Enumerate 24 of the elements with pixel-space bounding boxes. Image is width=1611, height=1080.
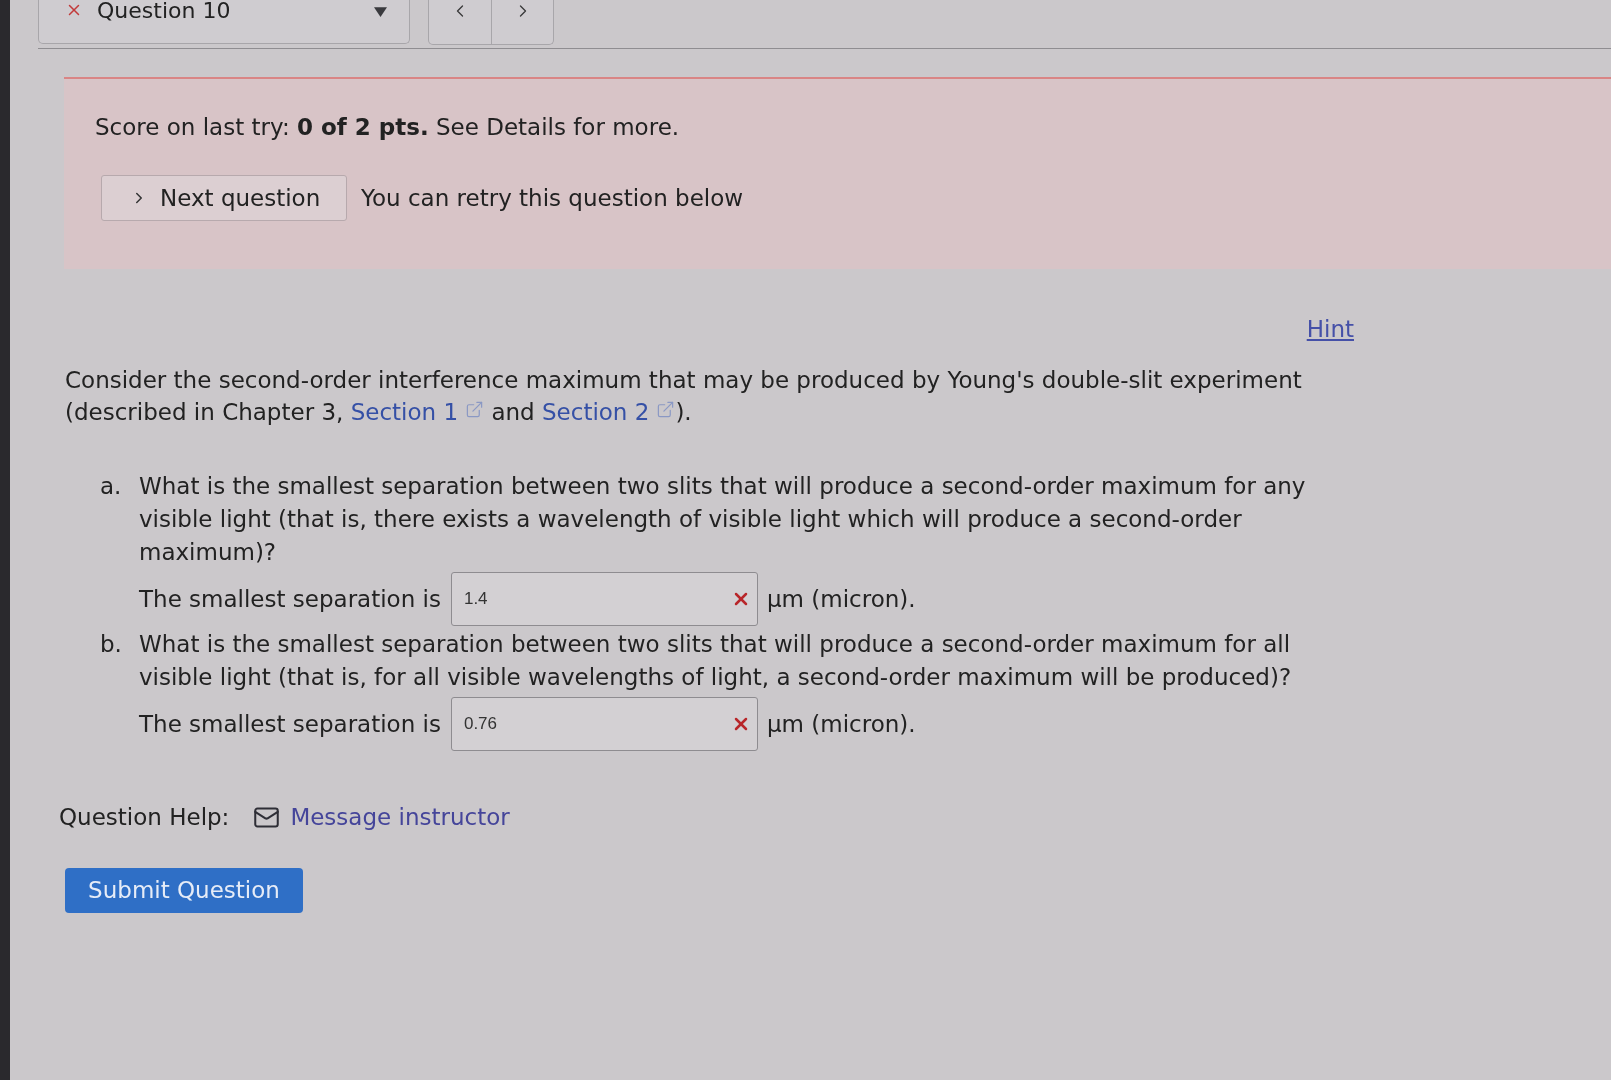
question-text: Consider the second-order interference maximum that may be produced by Young's double-slit experiment (described in Chapter 3, Section 1 and Section 2 ). bbox=[65, 366, 1303, 427]
next-question-button[interactable]: Next question bbox=[101, 175, 347, 221]
score-text: Score on last try: 0 of 2 pts. See Details for more. bbox=[95, 113, 680, 142]
submit-question-button[interactable]: Submit Question bbox=[65, 868, 303, 913]
question-help-label: Question Help: bbox=[59, 803, 230, 832]
answer-field[interactable]: 0.76 bbox=[450, 697, 758, 751]
question-select[interactable]: Question 10 bbox=[38, 0, 410, 44]
external-link-icon bbox=[656, 400, 676, 419]
external-link-icon bbox=[465, 400, 485, 419]
part-question: What is the smallest separation between two slits that will produce a second-order maximum for all visible light (that is, for all visible wavelengths of light, a second-order maximum will be produced)? bbox=[139, 630, 1293, 692]
answer-field[interactable]: 1.4 bbox=[450, 572, 758, 626]
dropdown-triangle-icon bbox=[374, 7, 387, 17]
answer-label: The smallest separation is bbox=[139, 584, 441, 614]
part-marker: b. bbox=[100, 630, 123, 659]
section-link[interactable]: Section 2 bbox=[542, 399, 650, 425]
answer-label: The smallest separation is bbox=[139, 709, 441, 739]
hint-link[interactable]: Hint bbox=[1306, 315, 1354, 343]
part-marker: a. bbox=[100, 472, 123, 501]
part-question: What is the smallest separation between two slits that will produce a second-order maximum for any visible light (that is, there exists a wavelength of visible light which will produce a second-order maximum)? bbox=[139, 472, 1307, 567]
retry-text: You can retry this question below bbox=[361, 183, 744, 213]
unit-label: μm (micron). bbox=[766, 584, 916, 614]
message-instructor-link[interactable]: Message instructor bbox=[290, 801, 510, 833]
unit-label: μm (micron). bbox=[766, 709, 916, 739]
section-link[interactable]: Section 1 bbox=[350, 399, 459, 425]
